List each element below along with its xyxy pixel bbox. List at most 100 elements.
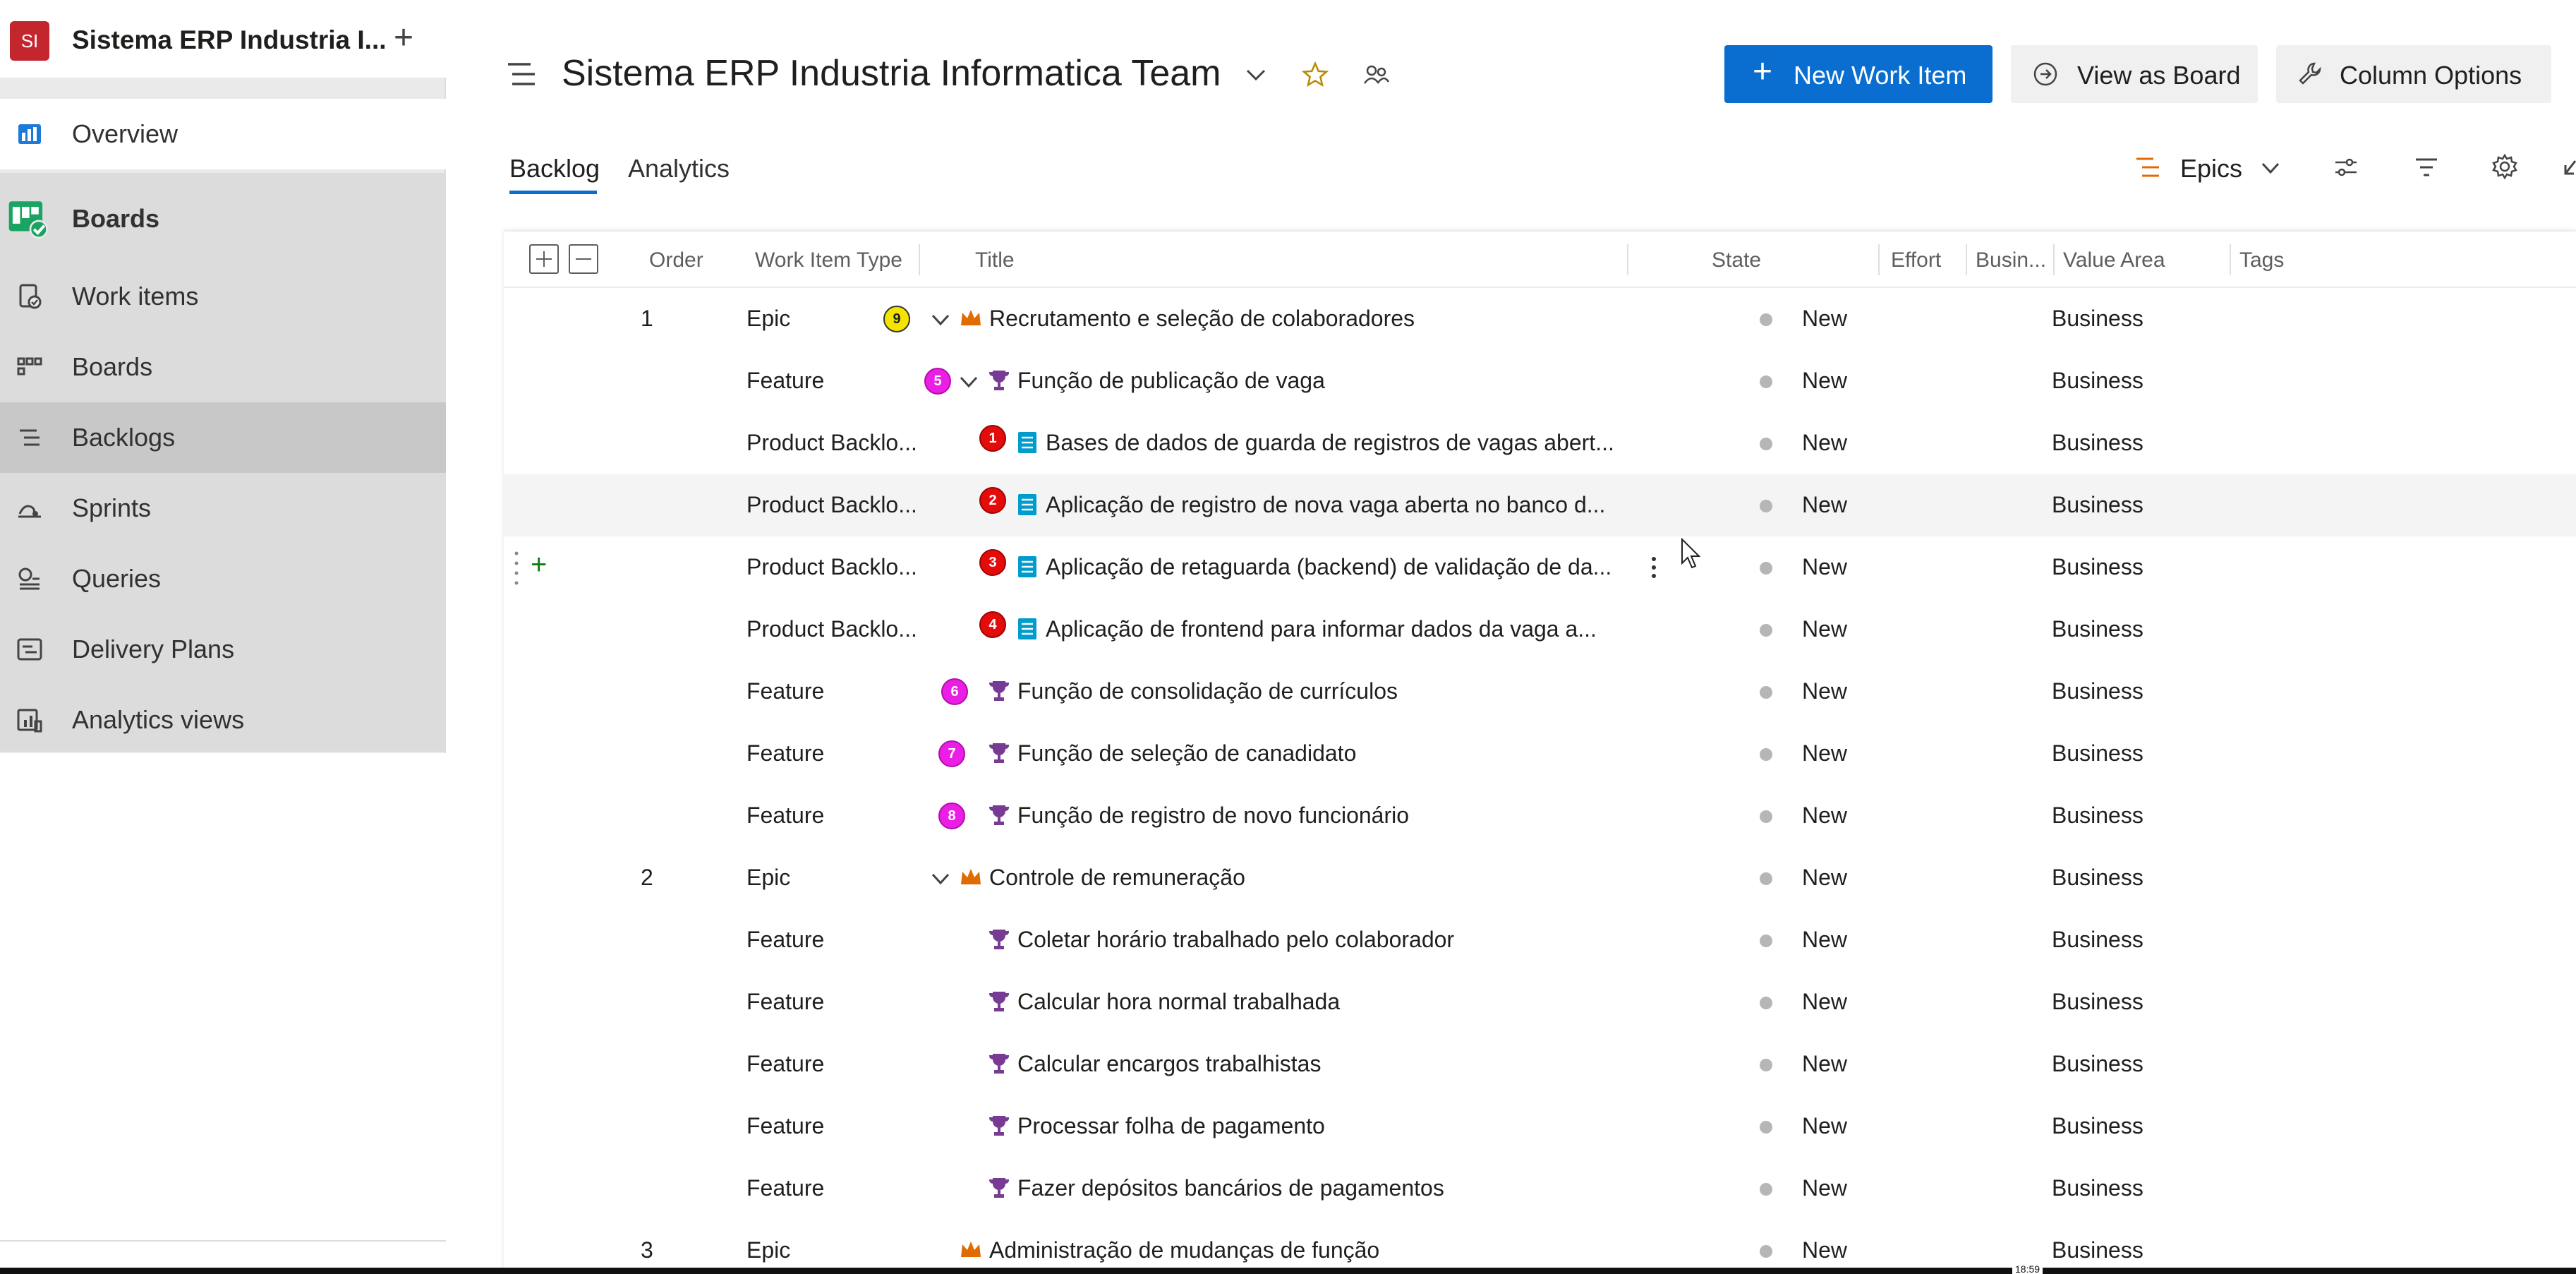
title-link[interactable]: Função de registro de novo funcionário bbox=[1017, 803, 1638, 829]
work-item-type-cell: Feature bbox=[746, 989, 825, 1014]
table-row[interactable]: 2 Epic Controle de remuneração New Busin… bbox=[504, 847, 2576, 909]
collapse-panel-icon[interactable] bbox=[2560, 155, 2576, 181]
epic-crown-icon bbox=[961, 1242, 981, 1257]
table-row[interactable]: Feature 6 Função de consolidação de curr… bbox=[504, 661, 2576, 723]
table-row[interactable]: 3 Epic Administração de mudanças de funç… bbox=[504, 1220, 2576, 1274]
table-row[interactable]: Feature Processar folha de pagamento New… bbox=[504, 1095, 2576, 1158]
count-badge: 5 bbox=[924, 368, 951, 395]
table-row[interactable]: + Product Backlo... 3 Aplicação de retag… bbox=[504, 536, 2576, 599]
add-icon[interactable]: + bbox=[387, 18, 421, 58]
table-row[interactable]: Feature Calcular encargos trabalhistas N… bbox=[504, 1033, 2576, 1095]
table-row[interactable]: Feature 8 Função de registro de novo fun… bbox=[504, 785, 2576, 847]
sidebar-item-queries[interactable]: Queries bbox=[0, 543, 446, 614]
add-child-icon[interactable]: + bbox=[531, 549, 547, 581]
value-area-cell: Business bbox=[2052, 740, 2143, 766]
project-avatar[interactable]: SI bbox=[10, 21, 49, 61]
state-indicator-dot bbox=[1760, 935, 1772, 947]
sidebar-item-analytics-views[interactable]: Analytics views bbox=[0, 685, 446, 755]
title-link[interactable]: Coletar horário trabalhado pelo colabora… bbox=[1017, 927, 1638, 953]
table-row[interactable]: Feature 7 Função de seleção de canadidat… bbox=[504, 723, 2576, 785]
title-link[interactable]: Aplicação de registro de nova vaga abert… bbox=[1046, 492, 1624, 518]
table-row[interactable]: 1 Epic 9 Recrutamento e seleção de colab… bbox=[504, 288, 2576, 350]
sidebar-item-boards[interactable]: Boards bbox=[0, 332, 446, 402]
title-link[interactable]: Função de consolidação de currículos bbox=[1017, 678, 1638, 704]
title-link[interactable]: Recrutamento e seleção de colaboradores bbox=[989, 306, 1610, 332]
collapse-all-button[interactable] bbox=[569, 244, 598, 274]
star-icon[interactable] bbox=[1301, 61, 1329, 89]
column-header-tags[interactable]: Tags bbox=[2239, 248, 2284, 272]
column-header-business-value[interactable]: Busin... bbox=[1976, 248, 2046, 272]
title-link[interactable]: Processar folha de pagamento bbox=[1017, 1113, 1638, 1139]
title-link[interactable]: Função de seleção de canadidato bbox=[1017, 740, 1638, 767]
column-divider[interactable] bbox=[1627, 244, 1628, 275]
sidebar-item-work-items[interactable]: Work items bbox=[0, 261, 446, 332]
view-as-board-button[interactable]: View as Board bbox=[2011, 45, 2258, 103]
table-row[interactable]: Product Backlo... 4 Aplicação de fronten… bbox=[504, 599, 2576, 661]
sidebar-item-overview[interactable]: Overview bbox=[0, 99, 446, 169]
more-actions-icon[interactable] bbox=[1648, 552, 1659, 583]
state-cell: New bbox=[1802, 1237, 1848, 1263]
column-divider[interactable] bbox=[2230, 244, 2231, 275]
sidebar-item-backlogs[interactable]: Backlogs bbox=[0, 402, 446, 473]
tab-backlog[interactable]: Backlog bbox=[509, 154, 600, 184]
title-link[interactable]: Aplicação de frontend para informar dado… bbox=[1046, 616, 1624, 642]
title-link[interactable]: Calcular encargos trabalhistas bbox=[1017, 1051, 1638, 1077]
plus-icon: + bbox=[1753, 53, 1773, 90]
tab-analytics[interactable]: Analytics bbox=[628, 154, 730, 184]
value-area-cell: Business bbox=[2052, 616, 2143, 642]
table-row[interactable]: Feature Calcular hora normal trabalhada … bbox=[504, 971, 2576, 1033]
table-row[interactable]: Product Backlo... 1 Bases de dados de gu… bbox=[504, 412, 2576, 474]
sidebar-item-sprints[interactable]: Sprints bbox=[0, 473, 446, 543]
project-name[interactable]: Sistema ERP Industria I... bbox=[72, 25, 387, 55]
clock-text: 18:59 bbox=[2012, 1263, 2043, 1274]
state-indicator-dot bbox=[1760, 500, 1772, 512]
sidebar-item-boards-section[interactable]: Boards bbox=[0, 184, 446, 254]
column-header-effort[interactable]: Effort bbox=[1891, 248, 1941, 272]
team-members-icon[interactable] bbox=[1362, 61, 1390, 89]
backlog-level-selector[interactable]: Epics bbox=[2180, 154, 2242, 184]
title-link[interactable]: Função de publicação de vaga bbox=[1017, 368, 1638, 394]
chevron-down-icon[interactable] bbox=[2259, 157, 2282, 179]
column-header-value-area[interactable]: Value Area bbox=[2063, 248, 2165, 272]
column-divider[interactable] bbox=[2053, 244, 2055, 275]
chevron-down-icon[interactable] bbox=[930, 868, 951, 889]
expand-all-button[interactable] bbox=[529, 244, 559, 274]
state-cell: New bbox=[1802, 616, 1848, 642]
backlog-level-icon[interactable] bbox=[2135, 157, 2160, 178]
title-link[interactable]: Fazer depósitos bancários de pagamentos bbox=[1017, 1175, 1638, 1201]
title-link[interactable]: Controle de remuneração bbox=[989, 865, 1610, 891]
column-divider[interactable] bbox=[1966, 244, 1967, 275]
table-row[interactable]: Feature 5 Função de publicação de vaga N… bbox=[504, 350, 2576, 412]
column-header-title[interactable]: Title bbox=[975, 248, 1015, 272]
gear-icon[interactable] bbox=[2491, 152, 2519, 181]
hamburger-menu-icon[interactable] bbox=[507, 62, 536, 86]
column-divider[interactable] bbox=[919, 244, 920, 275]
title-link[interactable]: Calcular hora normal trabalhada bbox=[1017, 989, 1638, 1015]
chevron-down-icon[interactable] bbox=[930, 309, 951, 330]
column-divider[interactable] bbox=[1878, 244, 1880, 275]
drag-handle-icon[interactable] bbox=[514, 549, 519, 586]
title-link[interactable]: Administração de mudanças de função bbox=[989, 1237, 1610, 1263]
feature-trophy-icon bbox=[989, 1054, 1010, 1074]
chevron-down-icon[interactable] bbox=[1243, 62, 1269, 88]
title-link[interactable]: Bases de dados de guarda de registros de… bbox=[1046, 430, 1624, 456]
table-row[interactable]: Product Backlo... 2 Aplicação de registr… bbox=[504, 474, 2576, 536]
order-cell: 3 bbox=[641, 1237, 653, 1263]
table-row[interactable]: Feature Coletar horário trabalhado pelo … bbox=[504, 909, 2576, 971]
title-link[interactable]: Aplicação de retaguarda (backend) de val… bbox=[1046, 554, 1638, 580]
button-label: View as Board bbox=[2077, 61, 2241, 90]
table-row[interactable]: Feature Fazer depósitos bancários de pag… bbox=[504, 1158, 2576, 1220]
feature-trophy-icon bbox=[989, 805, 1010, 825]
sidebar-item-delivery-plans[interactable]: Delivery Plans bbox=[0, 614, 446, 685]
column-header-order[interactable]: Order bbox=[649, 248, 703, 272]
new-work-item-button[interactable]: + New Work Item bbox=[1724, 45, 1993, 103]
column-header-work-item-type[interactable]: Work Item Type bbox=[755, 248, 902, 272]
column-options-button[interactable]: Column Options bbox=[2276, 45, 2551, 103]
button-label: Column Options bbox=[2340, 61, 2522, 90]
column-header-state[interactable]: State bbox=[1712, 248, 1761, 272]
sidebar-divider bbox=[0, 1240, 446, 1242]
view-options-icon[interactable] bbox=[2333, 154, 2359, 181]
chevron-down-icon[interactable] bbox=[958, 371, 979, 392]
filter-icon[interactable] bbox=[2413, 154, 2440, 181]
page-title[interactable]: Sistema ERP Industria Informatica Team bbox=[562, 52, 1221, 95]
